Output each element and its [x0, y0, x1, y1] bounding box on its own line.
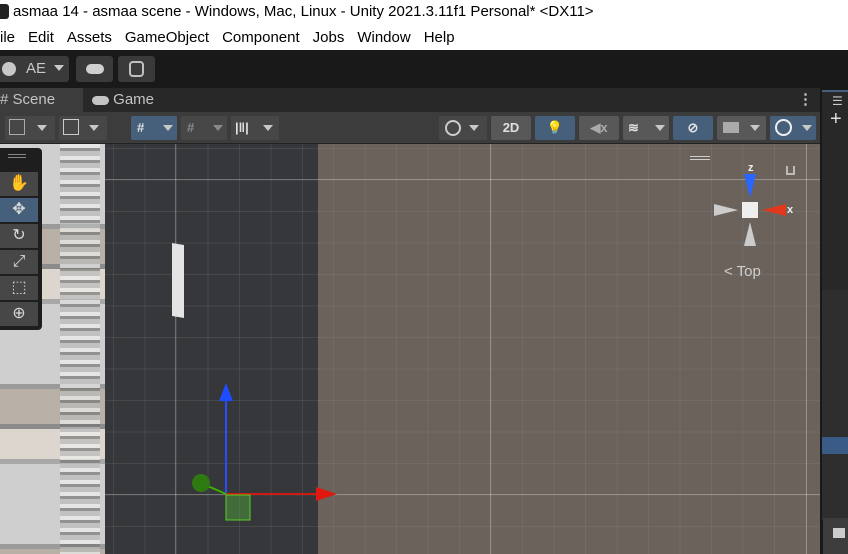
rotate-tool[interactable]: ↻	[0, 224, 38, 248]
y-handle-icon	[192, 474, 210, 492]
tab-game-label: Game	[113, 91, 155, 108]
main-toolbar: AE	[0, 50, 848, 88]
camera-dropdown[interactable]	[717, 116, 766, 140]
menu-gameobject[interactable]: GameObject	[125, 25, 209, 50]
scene-hash-icon: #	[0, 91, 9, 108]
cloud-button[interactable]	[76, 56, 113, 82]
transform-tool[interactable]: ⊕	[0, 302, 38, 326]
lighting-toggle[interactable]: 💡	[535, 116, 575, 140]
hierarchy-selected-item[interactable]	[822, 437, 848, 454]
grid-snap-toggle[interactable]: #	[131, 116, 177, 140]
hierarchy-list	[822, 290, 848, 520]
menu-edit[interactable]: Edit	[28, 25, 54, 50]
cloud-icon	[86, 64, 104, 74]
unity-logo-icon	[0, 4, 9, 19]
x-cone-icon	[762, 204, 786, 216]
cube-icon	[63, 119, 79, 135]
menu-file[interactable]: ile	[0, 25, 15, 50]
hand-icon: ✋	[9, 175, 29, 192]
gizmo-center-cube	[742, 202, 758, 218]
grid-y-icon: #	[137, 120, 145, 135]
draw-mode-dropdown[interactable]	[5, 116, 55, 140]
x-arrow-icon	[316, 487, 337, 501]
draw-mode-icon	[9, 119, 25, 135]
collab-icon	[129, 61, 144, 77]
project-panel	[823, 518, 848, 554]
hierarchy-panel: ☰ +	[820, 88, 848, 554]
audio-muted-icon: ◀x	[590, 120, 608, 135]
lightbulb-icon: 💡	[546, 120, 564, 135]
eye-slash-icon: ⊘	[687, 120, 699, 135]
neg-x-cone-icon	[714, 204, 738, 216]
scale-tool[interactable]: ⤢	[0, 250, 38, 274]
z-arrow-icon	[219, 383, 233, 401]
effects-dropdown[interactable]: ≋	[623, 116, 669, 140]
ruler-icon: |‖|	[235, 120, 249, 135]
collab-button[interactable]	[118, 56, 155, 82]
scene-toolbar: # # |‖| 2D 💡 ◀x ≋ ⊘	[0, 112, 820, 144]
folder-icon[interactable]	[833, 528, 845, 538]
magnet-grid-icon: #	[187, 120, 195, 135]
hierarchy-list-icon[interactable]: ☰	[822, 94, 848, 108]
increment-snap-dropdown[interactable]: |‖|	[231, 116, 279, 140]
window-title: asmaa 14 - asmaa scene - Windows, Mac, L…	[13, 3, 594, 20]
menu-component[interactable]: Component	[222, 25, 300, 50]
overlay-handle-icon[interactable]	[690, 156, 710, 160]
menu-help[interactable]: Help	[424, 25, 455, 50]
camera-icon	[723, 122, 739, 133]
tab-scene[interactable]: # Scene	[0, 88, 83, 112]
rect-tool[interactable]: ⬚	[0, 276, 38, 300]
menu-jobs[interactable]: Jobs	[313, 25, 345, 50]
chevron-down-icon	[54, 65, 64, 71]
gizmo-globe-icon	[775, 119, 792, 136]
view-name: Top	[736, 263, 761, 280]
tab-bar: # Scene Game ⋮	[0, 88, 820, 112]
gizmo-z-label: z	[748, 162, 754, 174]
add-icon[interactable]: +	[822, 108, 848, 131]
account-label: AE	[26, 60, 47, 77]
view-label[interactable]: < Top	[724, 263, 761, 280]
render-mode-dropdown[interactable]	[439, 116, 487, 140]
rotate-icon: ↻	[12, 227, 26, 244]
shading-dropdown[interactable]	[59, 116, 107, 140]
snap-increment-dropdown[interactable]: #	[181, 116, 227, 140]
audio-toggle[interactable]: ◀x	[579, 116, 619, 140]
drag-handle-icon[interactable]	[8, 154, 26, 158]
menu-window[interactable]: Window	[357, 25, 410, 50]
orientation-gizmo[interactable]: z x	[710, 160, 800, 250]
more-options-icon[interactable]: ⋮	[798, 88, 813, 112]
move-icon: ✥	[12, 201, 26, 218]
gamepad-icon	[92, 95, 109, 105]
title-bar: asmaa 14 - asmaa scene - Windows, Mac, L…	[0, 0, 848, 25]
scene-viewport[interactable]: ✋ ✥ ↻ ⤢ ⬚ ⊕ z x < Top	[0, 144, 820, 554]
tab-game[interactable]: Game	[92, 88, 172, 112]
sphere-icon	[445, 120, 461, 136]
account-icon	[2, 62, 16, 76]
toggle-2d-button[interactable]: 2D	[491, 116, 531, 140]
gizmos-dropdown[interactable]	[770, 116, 816, 140]
grid-line	[175, 144, 176, 554]
z-cone-icon	[744, 174, 756, 198]
rect-icon: ⬚	[11, 279, 27, 296]
hierarchy-header: ☰ +	[822, 90, 848, 290]
plane-handle	[225, 494, 251, 521]
grid-line	[490, 144, 491, 554]
menu-assets[interactable]: Assets	[67, 25, 112, 50]
hidden-objects-toggle[interactable]: ⊘	[673, 116, 713, 140]
gizmo-x-label: x	[787, 204, 794, 216]
tool-palette: ✋ ✥ ↻ ⤢ ⬚ ⊕	[0, 148, 42, 330]
effects-icon: ≋	[628, 120, 639, 135]
grid-line	[806, 144, 807, 554]
plane-object[interactable]	[172, 242, 184, 319]
tab-scene-label: Scene	[12, 91, 56, 108]
move-tool[interactable]: ✥	[0, 198, 38, 222]
scale-icon: ⤢	[12, 253, 26, 270]
hand-tool[interactable]: ✋	[0, 172, 38, 196]
account-dropdown[interactable]: AE	[0, 56, 69, 82]
move-gizmo[interactable]	[185, 379, 345, 529]
perspective-toggle-icon: <	[724, 263, 733, 280]
transform-icon: ⊕	[12, 305, 26, 322]
neg-z-cone-icon	[744, 222, 756, 246]
menu-bar: ile Edit Assets GameObject Component Job…	[0, 25, 848, 50]
